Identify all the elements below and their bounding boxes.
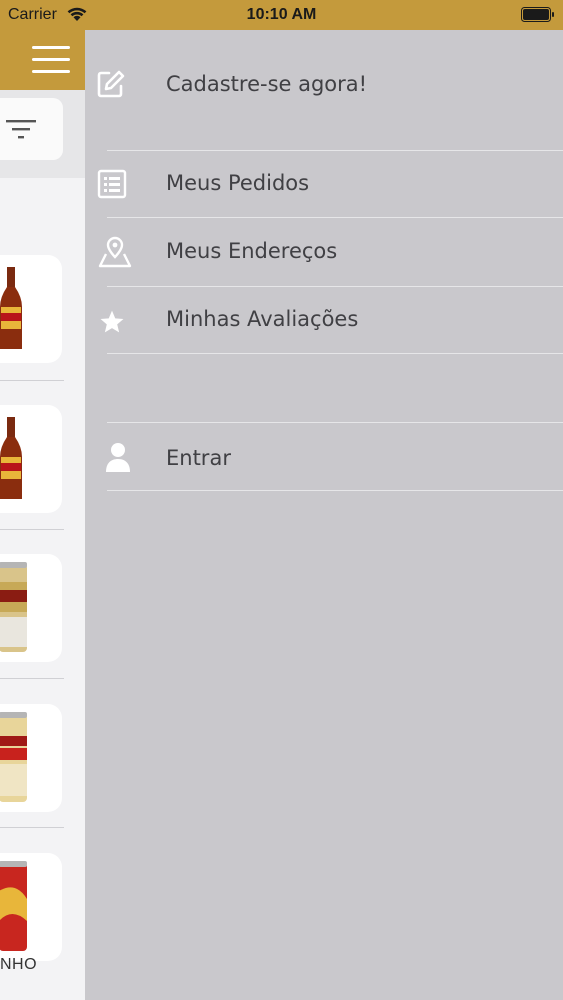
product-card[interactable] <box>0 853 62 961</box>
divider <box>0 380 64 381</box>
filter-button[interactable] <box>0 98 63 160</box>
app-header <box>0 30 85 90</box>
beer-bottle-image <box>0 267 22 349</box>
menu-label-addresses: Meus Endereços <box>166 239 338 263</box>
menu-item-addresses[interactable]: Meus Endereços <box>85 231 563 271</box>
edit-icon <box>97 70 125 98</box>
menu-icon[interactable] <box>32 46 70 76</box>
status-bar: Carrier 10:10 AM <box>0 0 563 30</box>
menu-label-login: Entrar <box>166 446 231 470</box>
product-card[interactable] <box>0 554 62 662</box>
product-card[interactable] <box>0 405 62 513</box>
divider <box>107 422 563 423</box>
divider <box>107 353 563 354</box>
menu-item-orders[interactable]: Meus Pedidos <box>85 163 563 203</box>
divider <box>0 678 64 679</box>
divider <box>0 529 64 530</box>
product-name-partial: NHO <box>0 956 38 973</box>
divider <box>107 217 563 218</box>
divider <box>107 150 563 151</box>
menu-label-register: Cadastre-se agora! <box>166 72 368 96</box>
menu-label-orders: Meus Pedidos <box>166 171 310 195</box>
list-icon <box>97 169 127 199</box>
product-card[interactable] <box>0 255 62 363</box>
menu-label-reviews: Minhas Avaliações <box>166 307 359 331</box>
background-app: NHO <box>0 30 85 1000</box>
map-pin-icon <box>98 236 132 268</box>
side-drawer: Cadastre-se agora! Meus Pedidos Meus End… <box>85 30 563 1000</box>
divider <box>107 286 563 287</box>
user-icon <box>106 443 130 472</box>
divider <box>107 490 563 491</box>
status-time: 10:10 AM <box>246 6 317 23</box>
search-bar-strip <box>0 90 85 178</box>
divider <box>0 827 64 828</box>
star-icon <box>100 310 124 333</box>
menu-item-register[interactable]: Cadastre-se agora! <box>85 64 563 104</box>
battery-icon <box>521 7 554 22</box>
beer-can-image <box>0 712 27 802</box>
menu-item-login[interactable]: Entrar <box>85 438 563 478</box>
beer-bottle-image <box>0 417 22 499</box>
menu-item-reviews[interactable]: Minhas Avaliações <box>85 299 563 339</box>
beer-can-image <box>0 562 27 652</box>
product-card[interactable] <box>0 704 62 812</box>
beer-can-image <box>0 861 27 951</box>
filter-icon <box>6 120 36 139</box>
